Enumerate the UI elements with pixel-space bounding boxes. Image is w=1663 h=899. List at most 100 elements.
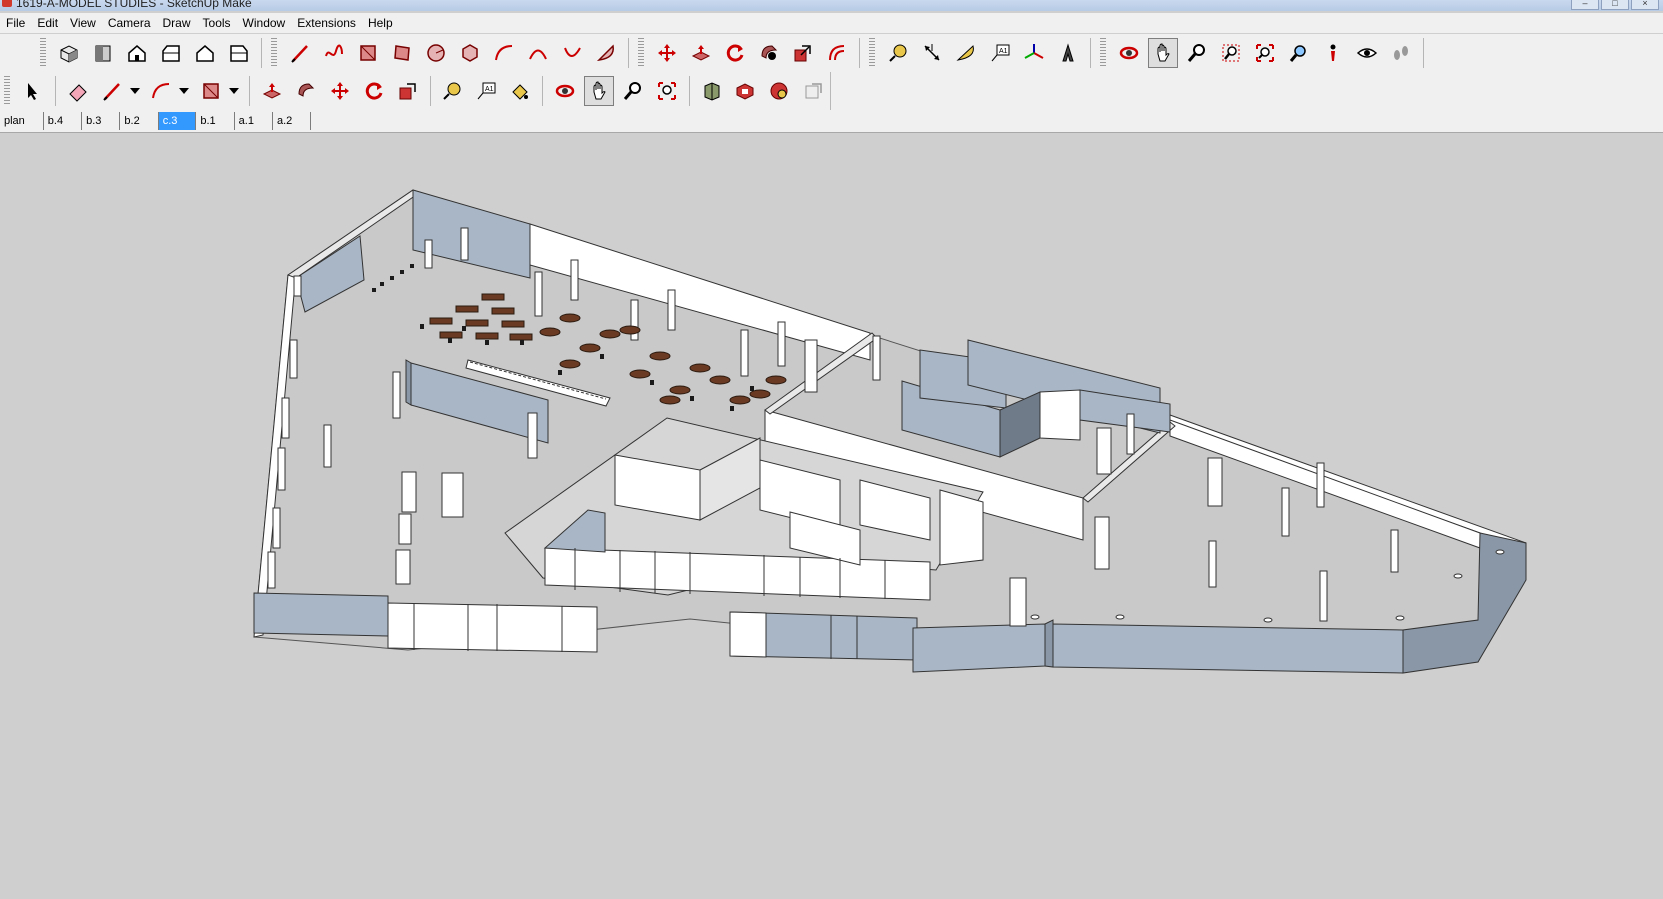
orbit-button[interactable] <box>1114 38 1144 68</box>
position-camera-button[interactable] <box>1318 38 1348 68</box>
look-around-button[interactable] <box>1352 38 1382 68</box>
rotate-button-2[interactable] <box>359 76 389 106</box>
right-view-button[interactable] <box>156 38 186 68</box>
paint-bucket-button[interactable] <box>505 76 535 106</box>
menu-camera[interactable]: Camera <box>102 16 157 30</box>
floor-marker <box>1495 549 1505 555</box>
offset-button-2[interactable] <box>291 76 321 106</box>
freehand-button[interactable] <box>319 38 349 68</box>
select-button[interactable] <box>18 76 48 106</box>
move-button[interactable] <box>652 38 682 68</box>
zoom-button[interactable] <box>1182 38 1212 68</box>
3d-warehouse-icon <box>704 82 720 101</box>
tape-measure-button-2[interactable] <box>438 76 468 106</box>
rotated-rectangle-button[interactable] <box>387 38 417 68</box>
maximize-button[interactable]: □ <box>1601 0 1629 10</box>
push-pull-button-2[interactable] <box>257 76 287 106</box>
rotate-button[interactable] <box>720 38 750 68</box>
pie-button[interactable] <box>591 38 621 68</box>
zoom-window-button[interactable] <box>1216 38 1246 68</box>
text-button[interactable]: A1 <box>985 38 1015 68</box>
toolbar-grip[interactable] <box>1100 38 1106 68</box>
polygon-button[interactable] <box>455 38 485 68</box>
orbit-button-2[interactable] <box>550 76 580 106</box>
menu-edit[interactable]: Edit <box>31 16 64 30</box>
round-table <box>539 327 561 337</box>
pan-button-2[interactable] <box>584 76 614 106</box>
round-table <box>729 395 751 405</box>
scale-button[interactable] <box>788 38 818 68</box>
layout-button[interactable] <box>764 76 794 106</box>
two-point-arc-button[interactable] <box>523 38 553 68</box>
line-button[interactable] <box>285 38 315 68</box>
zoom-button-2[interactable] <box>618 76 648 106</box>
toolbar-grip[interactable] <box>869 38 875 68</box>
menu-help[interactable]: Help <box>362 16 399 30</box>
iso-view-icon <box>60 45 78 63</box>
scene-tab-plan[interactable]: plan <box>0 112 44 130</box>
walk-button[interactable] <box>1386 38 1416 68</box>
scale-button-2[interactable] <box>393 76 423 106</box>
text-button-2[interactable]: A1 <box>471 76 501 106</box>
pencil-dropdown[interactable] <box>129 76 141 106</box>
zoom-extents-button-2[interactable] <box>652 76 682 106</box>
scene-tab-a1[interactable]: a.1 <box>235 112 273 130</box>
offset-button[interactable] <box>822 38 852 68</box>
scene-tab-b2[interactable]: b.2 <box>120 112 159 130</box>
left-view-button[interactable] <box>224 38 254 68</box>
minimize-button[interactable]: – <box>1571 0 1599 10</box>
axes-button[interactable] <box>1019 38 1049 68</box>
round-table <box>669 385 691 395</box>
line-icon <box>291 45 308 63</box>
select-icon <box>27 83 37 100</box>
zoom-extents-button[interactable] <box>1250 38 1280 68</box>
tape-measure-button[interactable] <box>883 38 913 68</box>
iso-view-button[interactable] <box>54 38 84 68</box>
protractor-button[interactable] <box>951 38 981 68</box>
menu-extensions[interactable]: Extensions <box>291 16 362 30</box>
column <box>1319 570 1328 622</box>
toolbar-grip[interactable] <box>638 38 644 68</box>
menu-draw[interactable]: Draw <box>157 16 197 30</box>
column <box>1096 427 1112 475</box>
pencil-button[interactable] <box>97 76 127 106</box>
scene-tab-b1[interactable]: b.1 <box>196 112 235 130</box>
toolbar-grip[interactable] <box>271 38 277 68</box>
axes-icon <box>1024 44 1044 59</box>
scene-tab-b4[interactable]: b.4 <box>44 112 83 130</box>
scene-tab-a2[interactable]: a.2 <box>273 112 312 130</box>
previous-view-button[interactable] <box>1284 38 1314 68</box>
menu-window[interactable]: Window <box>237 16 292 30</box>
circle-button[interactable] <box>421 38 451 68</box>
move-button-2[interactable] <box>325 76 355 106</box>
back-view-button[interactable] <box>190 38 220 68</box>
menu-tools[interactable]: Tools <box>197 16 237 30</box>
model-viewport[interactable] <box>0 133 1663 899</box>
menu-view[interactable]: View <box>64 16 102 30</box>
arc-dropdown[interactable] <box>178 76 190 106</box>
push-pull-button[interactable] <box>686 38 716 68</box>
arc-button[interactable] <box>489 38 519 68</box>
menu-file[interactable]: File <box>0 16 31 30</box>
3d-warehouse-button[interactable] <box>697 76 727 106</box>
eraser-button[interactable] <box>63 76 93 106</box>
scene-tab-c3[interactable]: c.3 <box>158 112 197 130</box>
toolbar-grip[interactable] <box>40 38 46 68</box>
scene-tab-b3[interactable]: b.3 <box>82 112 121 130</box>
toolbar-separator <box>542 76 544 106</box>
send-to-layout-button[interactable] <box>798 76 828 106</box>
follow-me-button[interactable] <box>754 38 784 68</box>
front-view-button[interactable] <box>122 38 152 68</box>
dimensions-button[interactable] <box>917 38 947 68</box>
shapes-dropdown[interactable] <box>228 76 240 106</box>
three-point-arc-button[interactable] <box>557 38 587 68</box>
3d-text-button[interactable] <box>1053 38 1083 68</box>
rectangle-button[interactable] <box>353 38 383 68</box>
pan-button[interactable] <box>1148 38 1178 68</box>
close-button[interactable]: × <box>1631 0 1659 10</box>
toolbar-grip[interactable] <box>4 76 10 106</box>
top-view-button[interactable] <box>88 38 118 68</box>
extension-warehouse-button[interactable] <box>731 76 761 106</box>
shapes-button[interactable] <box>196 76 226 106</box>
arc-button-2[interactable] <box>147 76 177 106</box>
